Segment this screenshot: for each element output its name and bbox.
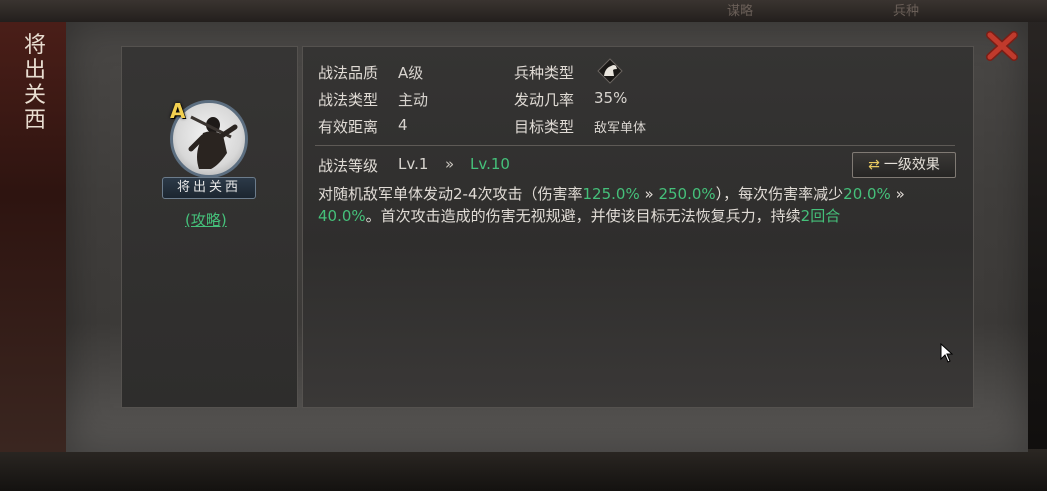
quality-value: A级	[398, 64, 424, 82]
level-label: 战法等级	[318, 157, 379, 175]
side-title-char: 西	[23, 108, 46, 133]
rate-label: 发动几率	[514, 91, 575, 109]
desc-text: 。首次攻击造成的伤害无视规避，并使该目标无法恢复兵力，持续	[365, 207, 801, 225]
range-label: 有效距离	[318, 118, 379, 136]
desc-text: 对随机敌军单体发动2-4次攻击（伤害率	[318, 185, 583, 203]
troop-label: 兵种类型	[514, 64, 575, 82]
target-label: 目标类型	[514, 118, 575, 136]
guide-link[interactable]: (攻略)	[185, 209, 227, 230]
type-label: 战法类型	[318, 91, 379, 109]
level-effect-label: 一级效果	[883, 157, 940, 173]
desc-value: 125.0%	[582, 185, 640, 203]
side-title-char: 出	[23, 58, 46, 83]
desc-value: 2回合	[800, 207, 841, 225]
desc-value: 250.0%	[658, 185, 716, 203]
background-top-bar: 谋略 兵种	[0, 0, 1047, 22]
level-effect-button[interactable]: ⇄ 一级效果	[852, 152, 956, 178]
type-value: 主动	[398, 91, 429, 109]
skill-name-plate: 将出关西	[162, 177, 256, 199]
background-tab-troop: 兵种	[893, 4, 920, 19]
side-title-char: 将	[23, 33, 46, 58]
swap-arrows-icon: ⇄	[868, 157, 880, 173]
game-screen: 谋略 兵种 将 出 关 西 A 将出关西 (攻略) 战法品质 A级 战法类型 主…	[0, 0, 1047, 491]
mouse-cursor-icon	[940, 342, 954, 363]
horse-cavalry-icon	[595, 57, 625, 85]
side-title-char: 关	[23, 83, 46, 108]
desc-value: 20.0%	[843, 185, 891, 203]
level-to: Lv.10	[470, 155, 510, 173]
close-button[interactable]	[985, 30, 1019, 62]
desc-arrow: »	[890, 185, 905, 203]
desc-value: 40.0%	[318, 207, 366, 225]
background-tab-strategy: 谋略	[727, 4, 754, 19]
desc-arrow: »	[639, 185, 659, 203]
target-value: 敌军单体	[594, 121, 647, 136]
level-from: Lv.1	[398, 155, 429, 173]
range-value: 4	[398, 116, 408, 134]
close-icon	[986, 31, 1018, 61]
quality-label: 战法品质	[318, 64, 379, 82]
desc-text: ），每次伤害率减少	[715, 185, 844, 203]
rate-value: 35%	[594, 89, 628, 107]
skill-grade-badge: A	[170, 99, 186, 123]
background-bottom	[0, 449, 1047, 491]
level-arrow: »	[445, 155, 455, 173]
side-title: 将 出 关 西	[22, 33, 48, 133]
section-divider	[315, 145, 955, 146]
skill-description: 对随机敌军单体发动2-4次攻击（伤害率125.0% » 250.0%），每次伤害…	[318, 183, 958, 227]
